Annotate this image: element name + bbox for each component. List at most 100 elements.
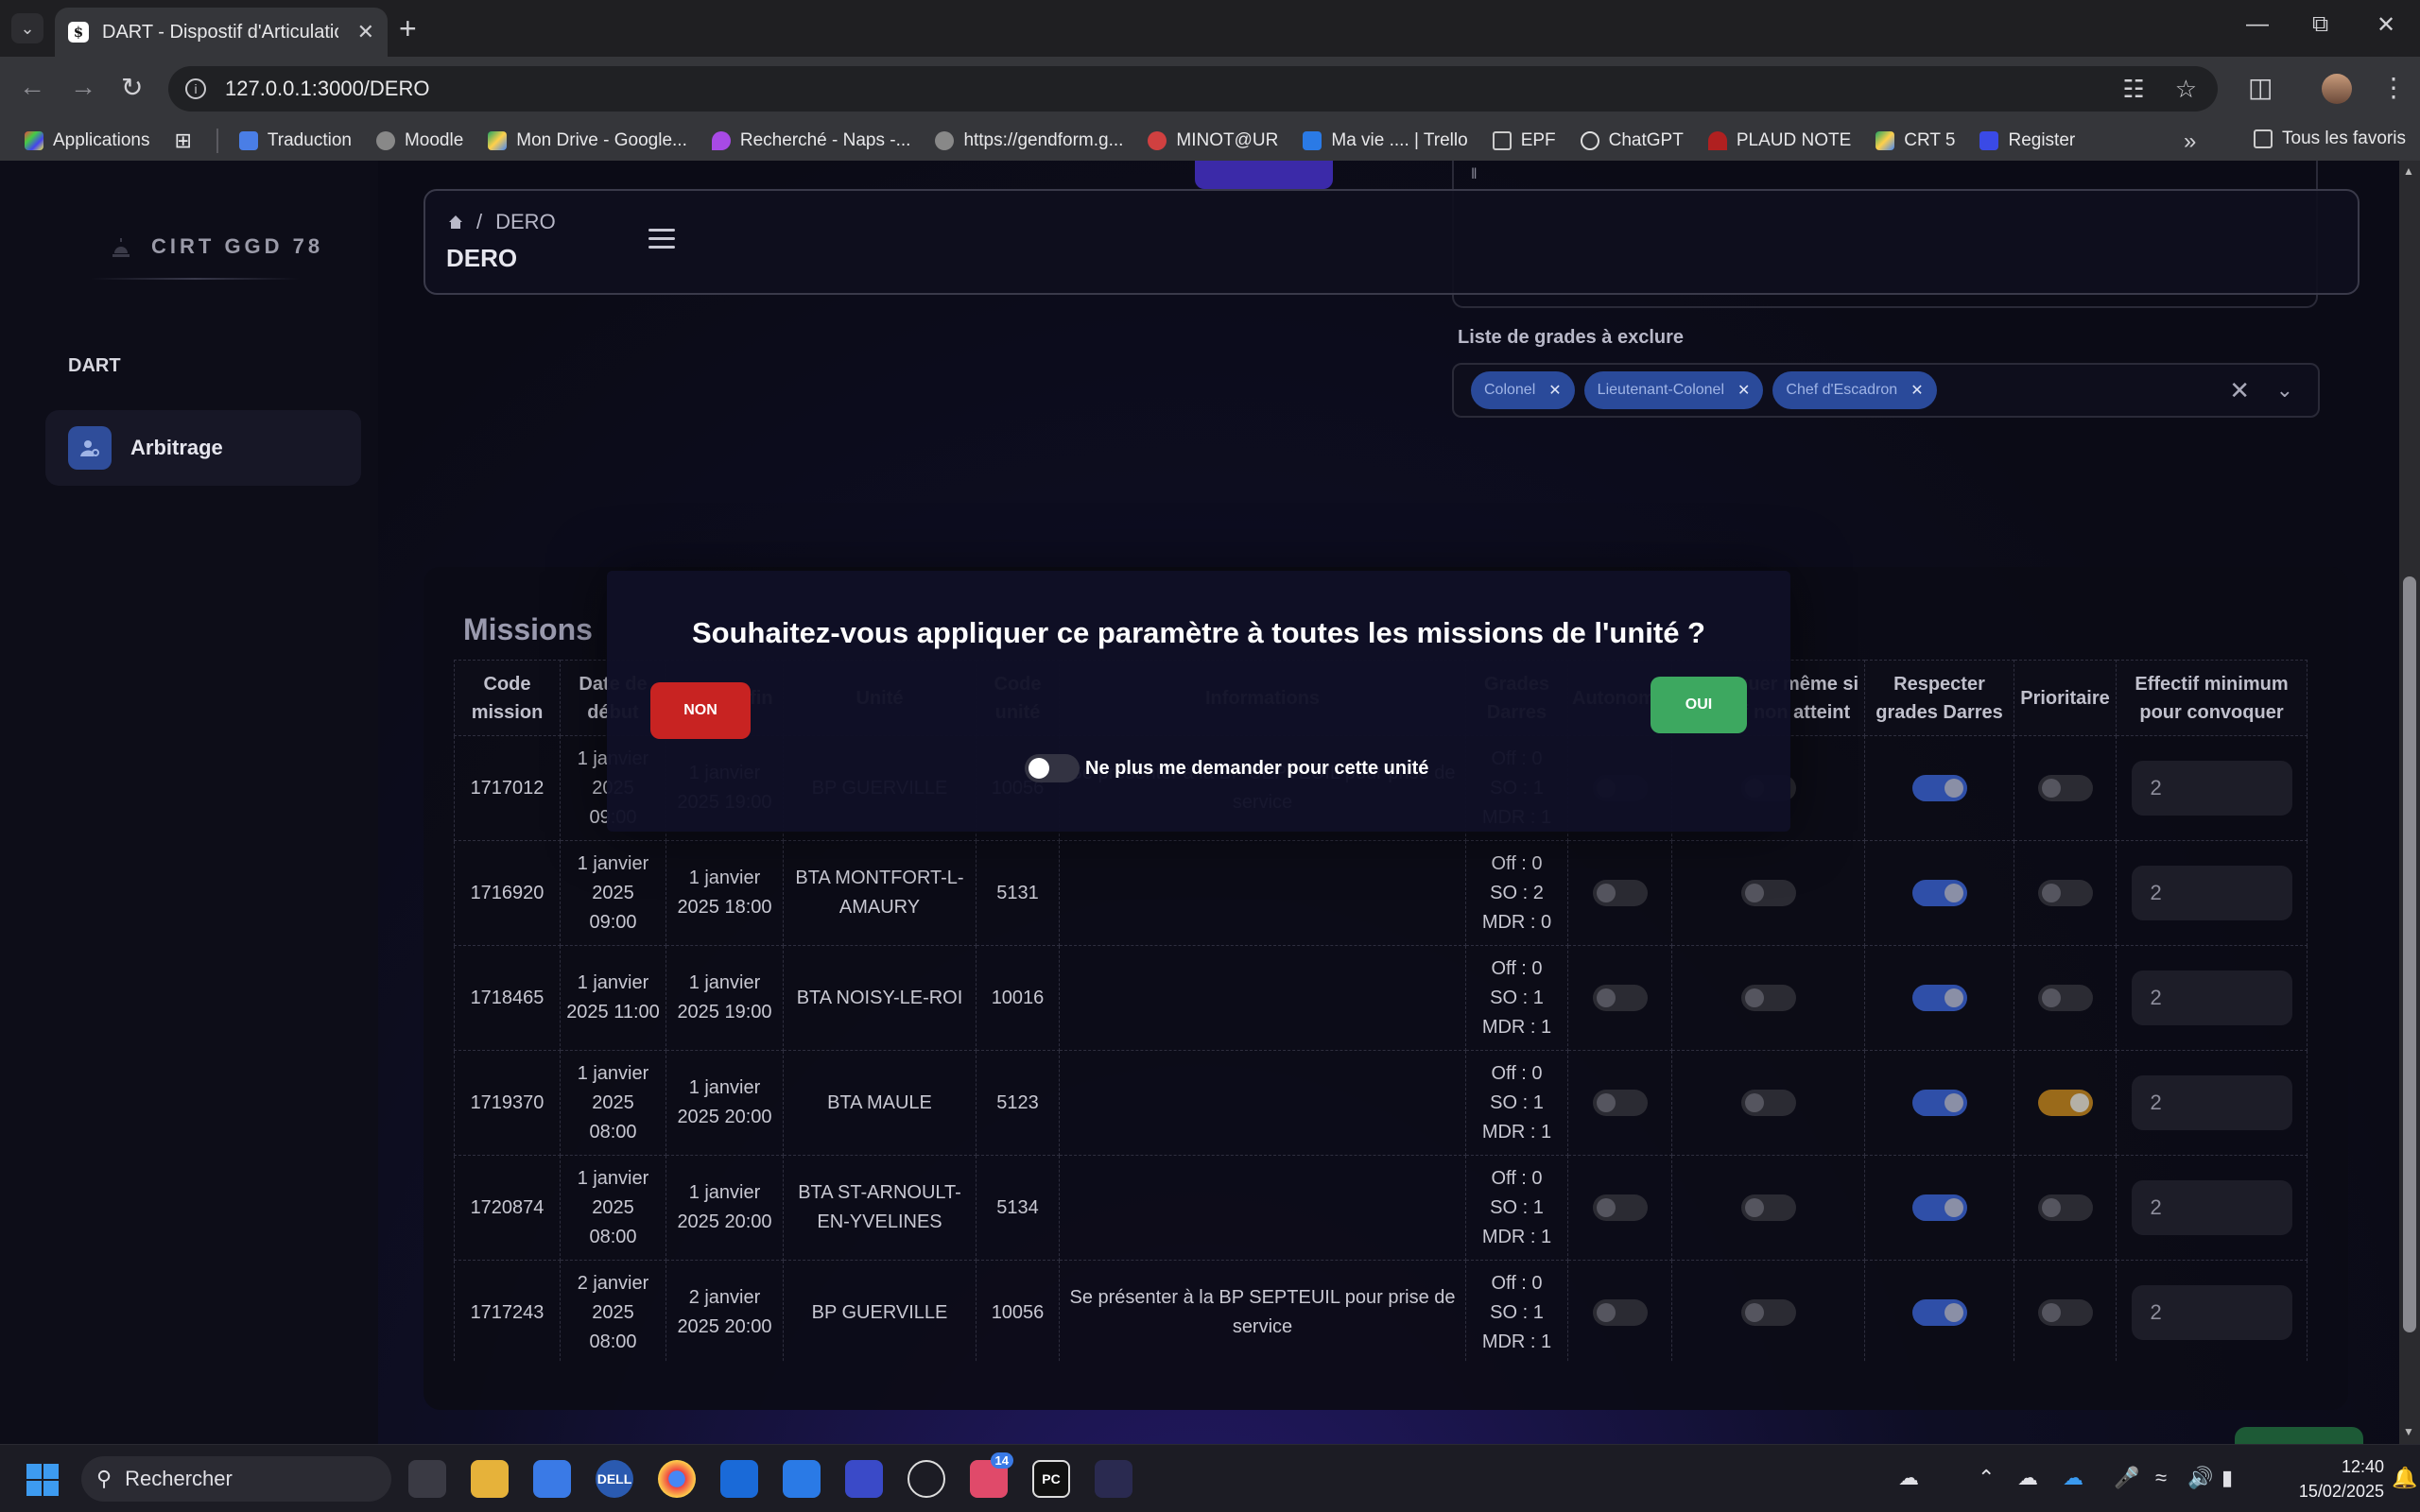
bookmark-applications[interactable]: Applications	[25, 130, 149, 151]
convoquer-toggle[interactable]	[1740, 1194, 1796, 1222]
wifi-icon[interactable]: ≈	[2155, 1466, 2167, 1490]
window-close-icon[interactable]: ✕	[2377, 11, 2395, 39]
autonomie-toggle[interactable]	[1592, 985, 1648, 1012]
reload-icon[interactable]: ↻	[121, 72, 143, 103]
show-hidden-icons-chevron-icon[interactable]: ⌃	[1978, 1466, 1995, 1490]
chip-remove-icon[interactable]: ✕	[1548, 381, 1561, 400]
notification-bell-icon[interactable]: 🔔	[2392, 1466, 2417, 1490]
battery-icon[interactable]: ▮	[2221, 1466, 2233, 1490]
tab-search-chevron-icon[interactable]: ⌄	[11, 13, 43, 43]
scroll-down-arrow-icon[interactable]: ▼	[2403, 1425, 2414, 1438]
bookmark-drive[interactable]: Mon Drive - Google...	[488, 130, 687, 151]
file-explorer-icon[interactable]	[471, 1460, 509, 1498]
dell-icon[interactable]: DELL	[596, 1460, 633, 1498]
sidebar-item-arbitrage[interactable]: Arbitrage	[45, 410, 361, 486]
bookmark-epf[interactable]: EPF	[1492, 130, 1556, 151]
store-icon[interactable]	[533, 1460, 571, 1498]
window-restore-icon[interactable]: ⧉	[2312, 11, 2328, 38]
mail-app-icon[interactable]: 14	[970, 1452, 1013, 1498]
bookmark-gendform[interactable]: https://gendform.g...	[935, 130, 1123, 151]
home-icon[interactable]	[448, 215, 463, 230]
taskbar-search[interactable]: ⚲ Rechercher	[81, 1456, 391, 1502]
pycharm-icon[interactable]: PC	[1032, 1460, 1070, 1498]
effectif-minimum-input[interactable]	[2131, 866, 2292, 920]
respecter-grades-toggle[interactable]	[1911, 1299, 1967, 1327]
chip-remove-icon[interactable]: ✕	[1910, 381, 1923, 400]
prioritaire-toggle[interactable]	[2037, 985, 2093, 1012]
system-clock[interactable]: 12:40 15/02/2025	[2288, 1454, 2384, 1503]
prioritaire-toggle[interactable]	[2037, 775, 2093, 802]
bookmark-traduction[interactable]: Traduction	[238, 130, 352, 151]
extensions-puzzle-icon[interactable]: ◫	[2248, 72, 2273, 103]
autonomie-toggle[interactable]	[1592, 880, 1648, 907]
partial-purple-button[interactable]	[1195, 161, 1333, 189]
chrome-icon[interactable]	[658, 1460, 696, 1498]
effectif-minimum-input[interactable]	[2131, 1075, 2292, 1130]
scroll-up-arrow-icon[interactable]: ▲	[2403, 164, 2414, 178]
translate-icon[interactable]: ☷	[2122, 75, 2144, 104]
prioritaire-toggle[interactable]	[2037, 1299, 2093, 1327]
address-bar[interactable]: i 127.0.0.1:3000/DERO ☷ ☆	[168, 66, 2218, 112]
task-view-icon[interactable]	[408, 1460, 446, 1498]
new-tab-plus-icon[interactable]: +	[399, 11, 417, 46]
exclude-grades-select[interactable]: Colonel ✕ Lieutenant-Colonel ✕ Chef d'Esca…	[1452, 363, 2320, 418]
bookmark-star-icon[interactable]: ☆	[2175, 75, 2197, 104]
convoquer-toggle[interactable]	[1740, 1299, 1796, 1327]
forward-arrow-icon[interactable]: →	[70, 72, 96, 102]
browser-tab-active[interactable]: $ DART - Dispostif d'Articulation d ✕	[55, 8, 388, 57]
effectif-minimum-input[interactable]	[2131, 971, 2292, 1025]
bookmark-naps[interactable]: Recherché - Naps -...	[711, 130, 910, 151]
respecter-grades-toggle[interactable]	[1911, 880, 1967, 907]
autonomie-toggle[interactable]	[1592, 1194, 1648, 1222]
bookmarks-overflow-chevron-icon[interactable]: »	[2184, 129, 2196, 155]
respecter-grades-toggle[interactable]	[1911, 985, 1967, 1012]
tab-close-icon[interactable]: ✕	[357, 20, 374, 44]
convoquer-toggle[interactable]	[1740, 985, 1796, 1012]
dont-ask-again-toggle[interactable]	[1025, 754, 1080, 782]
bookmark-grid[interactable]: ⊞	[174, 129, 191, 153]
window-minimize-icon[interactable]: —	[2246, 11, 2269, 38]
onedrive-icon[interactable]: ☁	[2017, 1466, 2038, 1490]
bookmark-plaud-note[interactable]: PLAUD NOTE	[1707, 130, 1851, 151]
respecter-grades-toggle[interactable]	[1911, 775, 1967, 802]
autonomie-toggle[interactable]	[1592, 1299, 1648, 1327]
trello-app-icon[interactable]	[783, 1460, 821, 1498]
convoquer-toggle[interactable]	[1740, 880, 1796, 907]
bookmark-trello[interactable]: Ma vie .... | Trello	[1303, 130, 1468, 151]
onedrive-business-icon[interactable]: ☁	[2063, 1466, 2083, 1490]
yes-button[interactable]: OUI	[1651, 677, 1747, 733]
effectif-minimum-input[interactable]	[2131, 1180, 2292, 1235]
no-button[interactable]: NON	[650, 682, 751, 739]
chip-remove-icon[interactable]: ✕	[1737, 381, 1750, 400]
partial-green-button[interactable]	[2235, 1427, 2363, 1444]
all-bookmarks[interactable]: Tous les favoris	[2254, 129, 2406, 149]
bookmark-register[interactable]: Register	[1979, 130, 2075, 151]
respecter-grades-toggle[interactable]	[1911, 1090, 1967, 1117]
prioritaire-toggle[interactable]	[2037, 1090, 2093, 1117]
autonomie-toggle[interactable]	[1592, 1090, 1648, 1117]
browser-menu-icon[interactable]: ⋮	[2380, 72, 2407, 103]
weather-icon[interactable]: ☁	[1898, 1466, 1919, 1490]
profile-avatar[interactable]	[2322, 74, 2352, 104]
outlook-icon[interactable]	[720, 1460, 758, 1498]
page-scrollbar-thumb[interactable]	[2403, 576, 2416, 1332]
clear-all-icon[interactable]: ✕	[2229, 376, 2250, 405]
site-info-icon[interactable]: i	[185, 78, 206, 99]
github-desktop-icon[interactable]	[1095, 1460, 1132, 1498]
effectif-minimum-input[interactable]	[2131, 1285, 2292, 1340]
bookmark-chatgpt[interactable]: ChatGPT	[1580, 130, 1684, 151]
bookmark-moodle[interactable]: Moodle	[375, 130, 463, 151]
prioritaire-toggle[interactable]	[2037, 880, 2093, 907]
microphone-icon[interactable]: 🎤	[2114, 1466, 2139, 1490]
chatgpt-app-icon[interactable]	[908, 1460, 945, 1498]
linear-app-icon[interactable]	[845, 1460, 883, 1498]
effectif-minimum-input[interactable]	[2131, 761, 2292, 816]
prioritaire-toggle[interactable]	[2037, 1194, 2093, 1222]
page-scrollbar[interactable]: ▲ ▼	[2399, 161, 2420, 1444]
chevron-down-icon[interactable]: ⌄	[2276, 378, 2293, 403]
hamburger-menu-icon[interactable]	[648, 229, 675, 254]
windows-start-icon[interactable]	[26, 1464, 59, 1496]
bookmark-minotaur[interactable]: MINOT@UR	[1148, 130, 1278, 151]
volume-icon[interactable]: 🔊	[2187, 1466, 2213, 1490]
bookmark-crt5[interactable]: CRT 5	[1876, 130, 1955, 151]
